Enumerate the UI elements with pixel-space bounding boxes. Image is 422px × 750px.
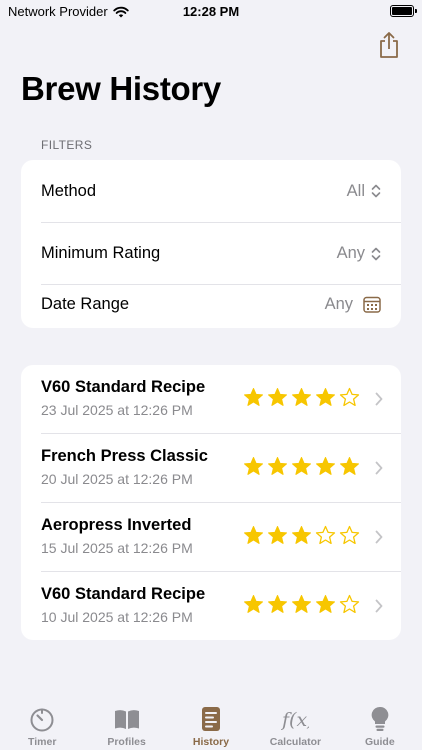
- tab-profiles[interactable]: Profiles: [84, 700, 168, 750]
- star-rating: [243, 525, 360, 546]
- star-filled-icon: [316, 388, 335, 406]
- chevron-up-down-icon: [371, 184, 381, 198]
- history-row[interactable]: V60 Standard Recipe 10 Jul 2025 at 12:26…: [21, 572, 401, 640]
- filter-date-range[interactable]: Date Range Any: [21, 285, 401, 328]
- filter-rating-label: Minimum Rating: [41, 244, 161, 262]
- star-empty-icon: [339, 594, 360, 614]
- star-filled-icon: [292, 457, 311, 475]
- filter-date-value-text: Any: [324, 295, 353, 313]
- history-title: V60 Standard Recipe: [41, 378, 206, 396]
- star-filled-icon: [292, 595, 311, 613]
- chevron-right-icon: [375, 530, 383, 544]
- chevron-right-icon: [375, 599, 383, 613]
- star-filled-icon: [268, 457, 287, 475]
- tab-guide[interactable]: Guide: [338, 700, 422, 750]
- star-filled-icon: [244, 526, 263, 544]
- filters-card: Method All Minimum Rating Any Date Range…: [21, 160, 401, 328]
- filter-rating-value: Any: [337, 244, 381, 263]
- chevron-right-icon: [375, 461, 383, 475]
- tab-label: Guide: [364, 736, 395, 748]
- star-filled-icon: [316, 457, 335, 475]
- history-title: V60 Standard Recipe: [41, 585, 206, 603]
- status-time: 12:28 PM: [182, 4, 240, 19]
- filter-method-value: All: [347, 182, 381, 201]
- share-icon: [380, 32, 398, 58]
- filter-minimum-rating[interactable]: Minimum Rating Any: [21, 223, 401, 284]
- function-icon: f(x): [281, 709, 309, 731]
- lightbulb-icon: [371, 706, 389, 731]
- history-row[interactable]: V60 Standard Recipe 23 Jul 2025 at 12:26…: [21, 365, 401, 434]
- timer-icon: [30, 708, 54, 732]
- history-title: French Press Classic: [41, 447, 208, 465]
- star-rating: [243, 594, 360, 615]
- filter-date-label: Date Range: [41, 295, 130, 313]
- history-date: 20 Jul 2025 at 12:26 PM: [41, 471, 193, 487]
- filter-method-label: Method: [41, 181, 97, 200]
- star-filled-icon: [268, 388, 287, 406]
- star-filled-icon: [316, 595, 335, 613]
- share-button[interactable]: [376, 30, 402, 60]
- filter-method-value-text: All: [346, 181, 365, 200]
- star-filled-icon: [268, 526, 287, 544]
- star-filled-icon: [244, 457, 263, 475]
- star-filled-icon: [292, 388, 311, 406]
- star-filled-icon: [340, 457, 359, 475]
- filter-rating-value-text: Any: [336, 244, 365, 262]
- history-row[interactable]: Aeropress Inverted 15 Jul 2025 at 12:26 …: [21, 503, 401, 572]
- star-filled-icon: [244, 595, 263, 613]
- svg-text:f(x): f(x): [281, 709, 309, 731]
- star-empty-icon: [315, 525, 336, 545]
- battery-icon: [390, 5, 417, 17]
- history-date: 15 Jul 2025 at 12:26 PM: [41, 540, 193, 556]
- star-rating: [243, 456, 360, 477]
- filter-method[interactable]: Method All: [21, 160, 401, 222]
- star-rating: [243, 387, 360, 408]
- calendar-icon: [363, 296, 381, 313]
- page-title: Brew History: [21, 70, 221, 107]
- filters-section-label: FILTERS: [41, 138, 93, 152]
- star-empty-icon: [339, 525, 360, 545]
- star-empty-icon: [339, 387, 360, 407]
- status-bar: Network Provider 12:28 PM: [0, 0, 422, 24]
- tab-timer[interactable]: Timer: [0, 700, 84, 750]
- history-title: Aeropress Inverted: [41, 516, 192, 534]
- history-list: V60 Standard Recipe 23 Jul 2025 at 12:26…: [21, 365, 401, 640]
- history-date: 23 Jul 2025 at 12:26 PM: [41, 402, 193, 418]
- history-row[interactable]: French Press Classic 20 Jul 2025 at 12:2…: [21, 434, 401, 503]
- chevron-up-down-icon: [371, 247, 381, 260]
- tab-label: Timer: [28, 736, 57, 748]
- tab-label: Profiles: [107, 736, 146, 748]
- filter-date-value: Any: [325, 295, 381, 314]
- tab-history[interactable]: History: [169, 700, 253, 750]
- star-filled-icon: [292, 526, 311, 544]
- book-icon: [114, 710, 139, 729]
- history-icon: [202, 707, 221, 731]
- tab-calculator[interactable]: f(x) Calculator: [253, 700, 337, 750]
- tab-bar: Timer Profiles History f(x) Calculator G…: [0, 700, 422, 750]
- star-filled-icon: [268, 595, 287, 613]
- tab-label: History: [192, 736, 230, 748]
- tab-label: Calculator: [269, 736, 322, 748]
- star-filled-icon: [244, 388, 263, 406]
- history-date: 10 Jul 2025 at 12:26 PM: [41, 609, 193, 625]
- chevron-right-icon: [375, 392, 383, 406]
